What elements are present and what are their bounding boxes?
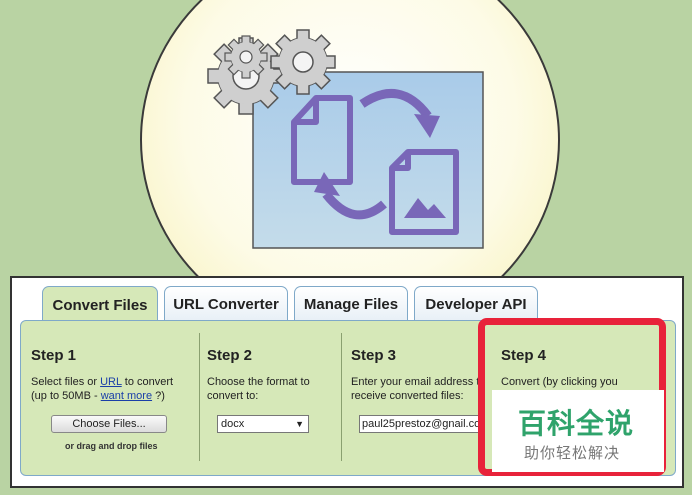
watermark: 百科全说 助你轻松解决 xyxy=(492,390,664,472)
step-3-description: Enter your email address to receive conv… xyxy=(351,375,486,403)
tab-developer-api[interactable]: Developer API xyxy=(414,286,538,322)
format-select-value: docx xyxy=(221,418,245,430)
tab-label: Convert Files xyxy=(52,297,148,314)
text: ?) xyxy=(152,390,165,402)
step-2: Step 2 Choose the format to convert to: … xyxy=(207,321,347,475)
email-field[interactable]: paul25prestoz@gnail.co xyxy=(359,415,481,433)
step-3: Step 3 Enter your email address to recei… xyxy=(351,321,497,475)
step-1: Step 1 Select files or URL to convert (u… xyxy=(31,321,201,475)
gear-icon xyxy=(270,29,336,95)
watermark-subtitle: 助你轻松解决 xyxy=(524,445,621,462)
drag-drop-hint: or drag and drop files xyxy=(65,441,158,451)
tab-convert-files[interactable]: Convert Files xyxy=(42,286,158,324)
dropdown-arrow-icon: ▼ xyxy=(295,419,304,429)
want-more-link[interactable]: want more xyxy=(101,390,152,402)
tab-label: Developer API xyxy=(425,296,527,313)
step-1-title: Step 1 xyxy=(31,347,77,364)
text: receive converted files: xyxy=(351,390,464,402)
step-2-title: Step 2 xyxy=(207,347,253,364)
step-2-description: Choose the format to convert to: xyxy=(207,375,310,403)
gear-icon xyxy=(224,35,268,79)
text: Select files or xyxy=(31,376,101,388)
tab-label: Manage Files xyxy=(303,296,399,313)
text: to convert xyxy=(121,376,174,388)
tab-label: URL Converter xyxy=(173,296,279,313)
choose-files-button[interactable]: Choose Files... xyxy=(51,415,167,433)
step-1-description: Select files or URL to convert (up to 50… xyxy=(31,375,173,403)
url-link[interactable]: URL xyxy=(100,376,122,388)
watermark-title: 百科全说 xyxy=(518,408,635,439)
text: convert to: xyxy=(207,390,259,402)
text: Choose the format to xyxy=(207,376,310,388)
tab-url-converter[interactable]: URL Converter xyxy=(164,286,288,322)
text: Enter your email address to xyxy=(351,376,486,388)
format-select[interactable]: docx ▼ xyxy=(217,415,309,433)
tab-manage-files[interactable]: Manage Files xyxy=(294,286,408,322)
step-3-title: Step 3 xyxy=(351,347,397,364)
step-divider xyxy=(199,333,200,461)
text: (up to 50MB - xyxy=(31,390,101,402)
step-divider xyxy=(341,333,342,461)
